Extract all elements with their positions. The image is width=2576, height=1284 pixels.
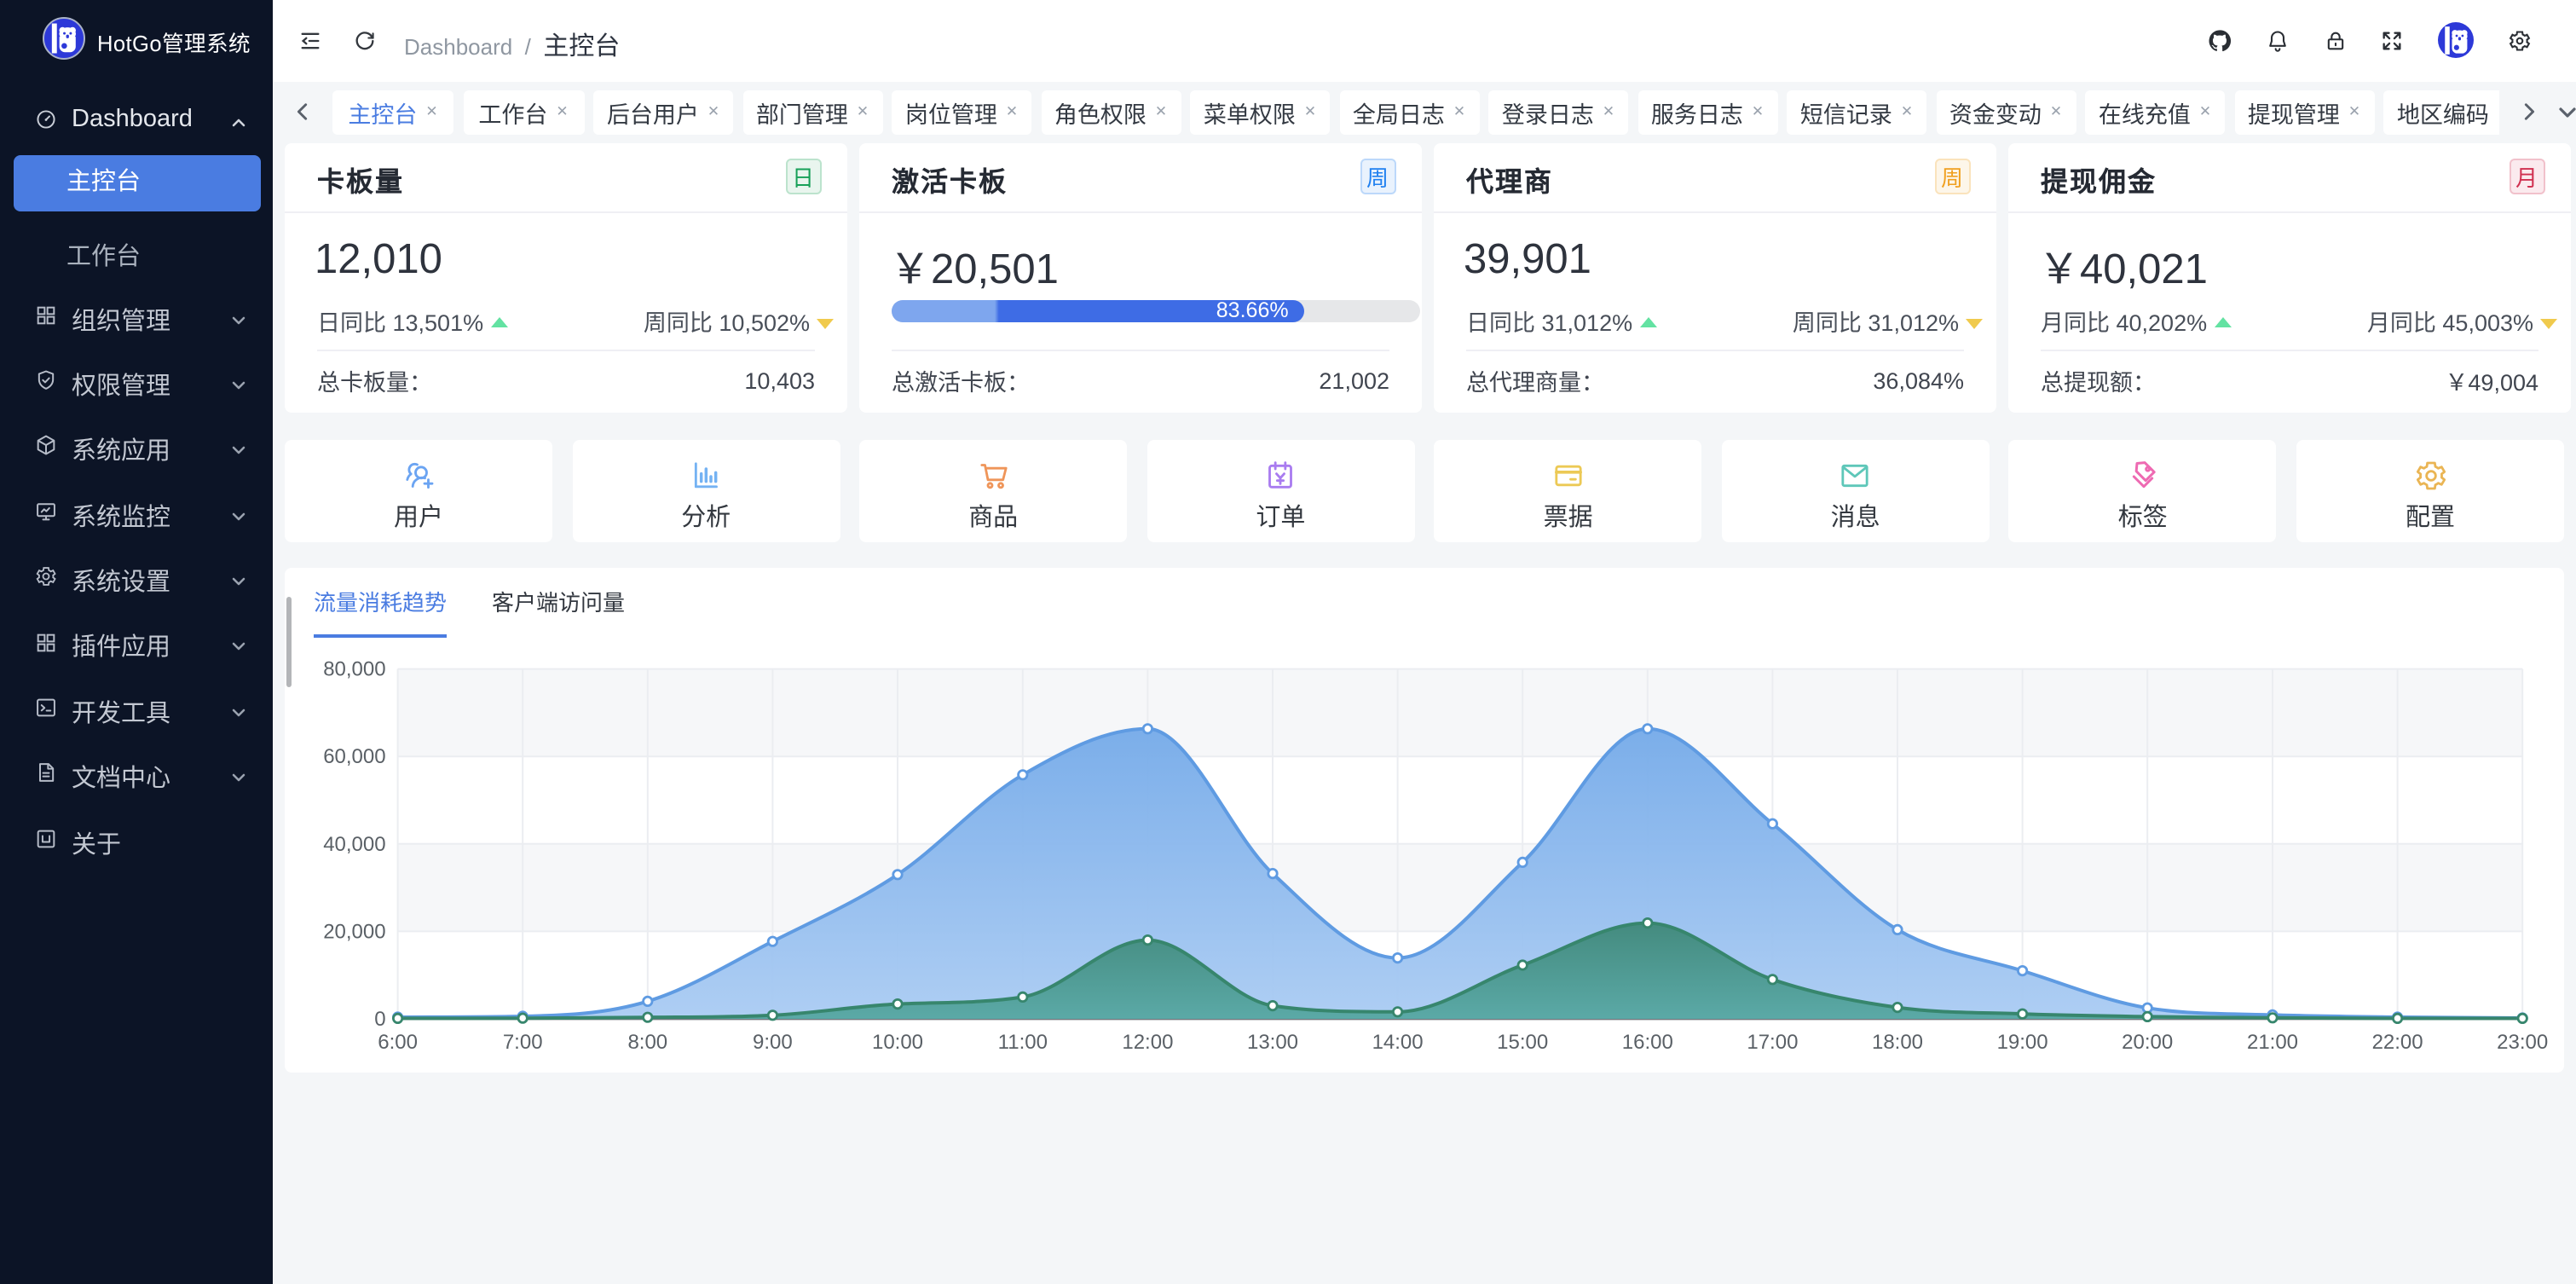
svg-text:8:00: 8:00 <box>627 1031 667 1054</box>
svg-text:6:00: 6:00 <box>378 1031 418 1054</box>
svg-text:20:00: 20:00 <box>2122 1031 2173 1054</box>
svg-text:7:00: 7:00 <box>503 1031 543 1054</box>
svg-text:15:00: 15:00 <box>1497 1031 1548 1054</box>
svg-text:18:00: 18:00 <box>1872 1031 1923 1054</box>
svg-text:60,000: 60,000 <box>323 745 385 768</box>
svg-text:9:00: 9:00 <box>753 1031 793 1054</box>
svg-text:19:00: 19:00 <box>1997 1031 2048 1054</box>
svg-text:13:00: 13:00 <box>1247 1031 1298 1054</box>
svg-text:11:00: 11:00 <box>998 1031 1048 1054</box>
svg-text:14:00: 14:00 <box>1372 1031 1424 1054</box>
svg-text:0: 0 <box>374 1008 385 1031</box>
svg-text:40,000: 40,000 <box>323 833 385 856</box>
svg-text:80,000: 80,000 <box>323 658 385 681</box>
svg-text:12:00: 12:00 <box>1122 1031 1173 1054</box>
svg-text:10:00: 10:00 <box>872 1031 923 1054</box>
svg-text:16:00: 16:00 <box>1622 1031 1673 1054</box>
svg-text:22:00: 22:00 <box>2372 1031 2423 1054</box>
svg-text:20,000: 20,000 <box>323 920 385 943</box>
svg-text:17:00: 17:00 <box>1747 1031 1798 1054</box>
svg-text:23:00: 23:00 <box>2497 1031 2548 1054</box>
svg-text:21:00: 21:00 <box>2247 1031 2298 1054</box>
